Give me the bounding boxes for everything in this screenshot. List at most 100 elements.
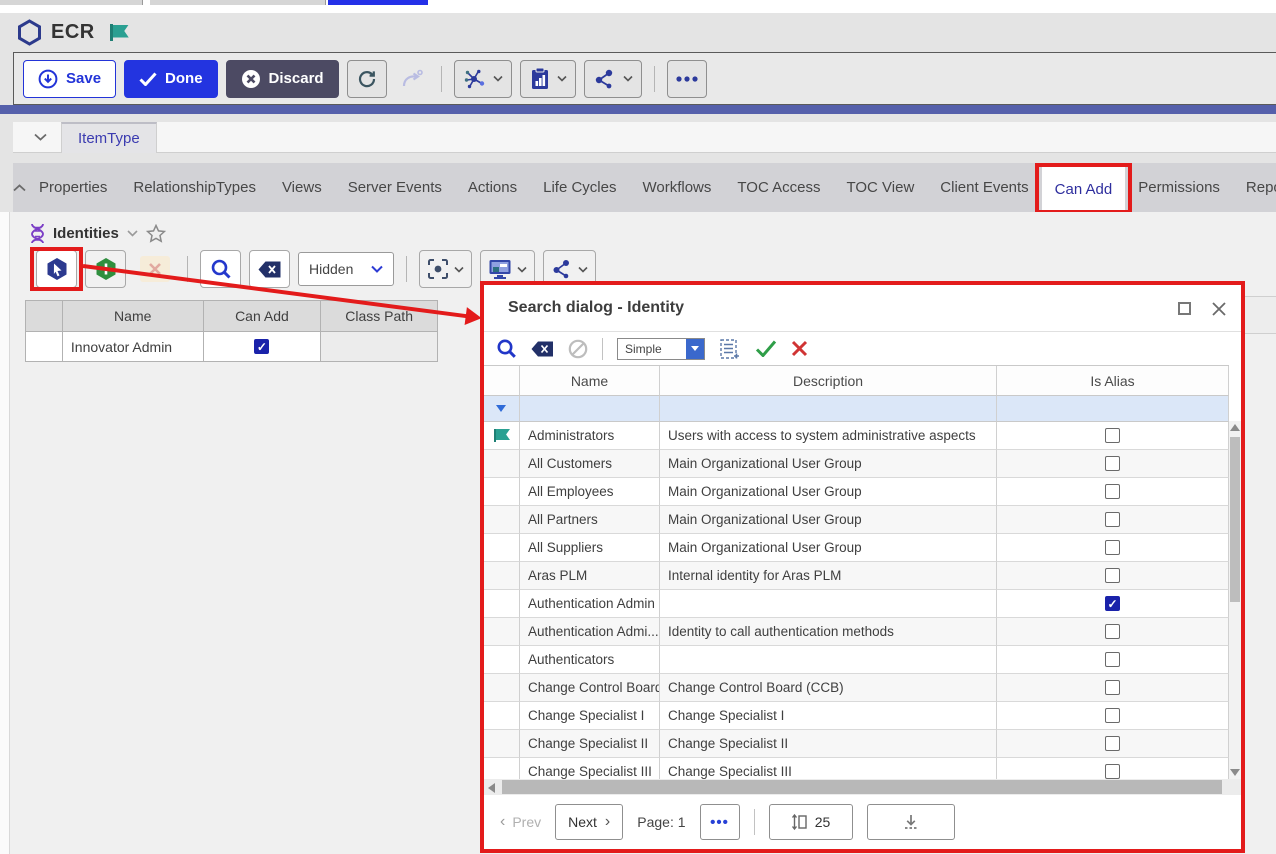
- cell-name[interactable]: Change Specialist II: [520, 730, 660, 758]
- cell-is-alias[interactable]: [997, 506, 1229, 534]
- table-row[interactable]: Change Specialist IIChange Specialist II: [484, 730, 1229, 758]
- tab-client-events[interactable]: Client Events: [927, 163, 1041, 212]
- pick-related-item-button[interactable]: [36, 250, 77, 288]
- browser-tab-stub[interactable]: [0, 0, 143, 5]
- table-row[interactable]: All EmployeesMain Organizational User Gr…: [484, 478, 1229, 506]
- tab-relationshiptypes[interactable]: RelationshipTypes: [120, 163, 269, 212]
- table-row[interactable]: Innovator Admin: [26, 332, 438, 362]
- checkbox-unchecked[interactable]: [1105, 484, 1120, 499]
- report-button[interactable]: [520, 60, 576, 98]
- tab-properties[interactable]: Properties: [26, 163, 120, 212]
- cell-class-path[interactable]: [321, 332, 438, 362]
- tab-workflows[interactable]: Workflows: [629, 163, 724, 212]
- cell-description[interactable]: Main Organizational User Group: [660, 478, 997, 506]
- row-icon-cell[interactable]: [484, 730, 520, 758]
- done-button[interactable]: Done: [124, 60, 218, 98]
- row-icon-cell[interactable]: [484, 702, 520, 730]
- checkbox-unchecked[interactable]: [1105, 624, 1120, 639]
- maximize-icon[interactable]: [1178, 302, 1191, 315]
- cell-is-alias[interactable]: [997, 590, 1229, 618]
- collapse-chevron-icon[interactable]: [27, 133, 53, 141]
- checkbox-unchecked[interactable]: [1105, 736, 1120, 751]
- cell-name[interactable]: Innovator Admin: [63, 332, 204, 362]
- row-icon-cell[interactable]: [484, 422, 520, 450]
- checkbox-unchecked[interactable]: [1105, 568, 1120, 583]
- page-size-control[interactable]: 25: [769, 804, 853, 840]
- cell-name[interactable]: Authentication Admi...: [520, 618, 660, 646]
- scrollbar-thumb[interactable]: [502, 780, 1222, 794]
- checkbox-unchecked[interactable]: [1105, 764, 1120, 779]
- cell-description[interactable]: Internal identity for Aras PLM: [660, 562, 997, 590]
- cell-description[interactable]: [660, 590, 997, 618]
- row-icon-cell[interactable]: [484, 534, 520, 562]
- cell-description[interactable]: Change Specialist I: [660, 702, 997, 730]
- focus-view-button[interactable]: [419, 250, 472, 288]
- search-icon[interactable]: [496, 338, 517, 359]
- cell-is-alias[interactable]: [997, 450, 1229, 478]
- cell-is-alias[interactable]: [997, 702, 1229, 730]
- filter-row[interactable]: [484, 396, 1229, 422]
- table-row[interactable]: Aras PLMInternal identity for Aras PLM: [484, 562, 1229, 590]
- favorite-star-icon[interactable]: [146, 224, 166, 243]
- cell-is-alias[interactable]: [997, 618, 1229, 646]
- checkbox-unchecked[interactable]: [1105, 652, 1120, 667]
- tab-toc-access[interactable]: TOC Access: [724, 163, 833, 212]
- flag-icon[interactable]: [110, 24, 130, 41]
- close-icon[interactable]: [1211, 301, 1227, 317]
- checkbox-checked[interactable]: [1105, 596, 1120, 611]
- left-rail[interactable]: [0, 212, 10, 854]
- next-page-button[interactable]: Next ›: [555, 804, 623, 840]
- cell-description[interactable]: Identity to call authentication methods: [660, 618, 997, 646]
- column-header-name[interactable]: Name: [63, 301, 204, 332]
- cell-is-alias[interactable]: [997, 422, 1229, 450]
- table-row[interactable]: Change Control BoardChange Control Board…: [484, 674, 1229, 702]
- cell-name[interactable]: All Employees: [520, 478, 660, 506]
- scroll-left-icon[interactable]: [488, 783, 495, 793]
- tab-life-cycles[interactable]: Life Cycles: [530, 163, 629, 212]
- scroll-up-icon[interactable]: [1230, 424, 1240, 431]
- filter-cell-description[interactable]: [660, 396, 997, 422]
- vertical-scrollbar[interactable]: [1229, 421, 1241, 779]
- cell-is-alias[interactable]: [997, 674, 1229, 702]
- tab-actions[interactable]: Actions: [455, 163, 530, 212]
- row-icon-cell[interactable]: [484, 506, 520, 534]
- cell-description[interactable]: Users with access to system administrati…: [660, 422, 997, 450]
- clear-search-button[interactable]: [249, 250, 290, 288]
- checkbox-unchecked[interactable]: [1105, 540, 1120, 555]
- tab-permissions[interactable]: Permissions: [1125, 163, 1233, 212]
- row-icon-cell[interactable]: [484, 618, 520, 646]
- refresh-button[interactable]: [347, 60, 387, 98]
- table-row[interactable]: All CustomersMain Organizational User Gr…: [484, 450, 1229, 478]
- checkbox-unchecked[interactable]: [1105, 512, 1120, 527]
- cell-description[interactable]: Change Specialist III: [660, 758, 997, 779]
- dropdown-arrow-icon[interactable]: [686, 339, 704, 359]
- cell-name[interactable]: Administrators: [520, 422, 660, 450]
- table-row[interactable]: Authentication Admi...Identity to call a…: [484, 618, 1229, 646]
- more-actions-button[interactable]: [667, 60, 707, 98]
- tab-can-add[interactable]: Can Add: [1042, 163, 1126, 212]
- dialog-titlebar[interactable]: Search dialog - Identity: [484, 285, 1241, 332]
- cell-description[interactable]: Change Specialist II: [660, 730, 997, 758]
- cell-name[interactable]: Authentication Admin: [520, 590, 660, 618]
- row-icon-cell[interactable]: [484, 646, 520, 674]
- horizontal-scrollbar[interactable]: [484, 779, 1241, 795]
- tab-views[interactable]: Views: [269, 163, 335, 212]
- discard-button[interactable]: Discard: [226, 60, 339, 98]
- export-button[interactable]: [867, 804, 955, 840]
- select-rows-icon[interactable]: [719, 338, 741, 360]
- browser-tab-stub-active[interactable]: [328, 0, 428, 5]
- table-row[interactable]: Change Specialist IChange Specialist I: [484, 702, 1229, 730]
- cell-is-alias[interactable]: [997, 534, 1229, 562]
- cell-name[interactable]: All Customers: [520, 450, 660, 478]
- tab-itemtype[interactable]: ItemType: [61, 122, 157, 153]
- checkbox-unchecked[interactable]: [1105, 708, 1120, 723]
- tab-toc-view[interactable]: TOC View: [833, 163, 927, 212]
- row-handle-cell[interactable]: [26, 332, 63, 362]
- confirm-check-icon[interactable]: [755, 340, 777, 357]
- cell-name[interactable]: Authenticators: [520, 646, 660, 674]
- hidden-filter-select[interactable]: Hidden: [298, 252, 394, 286]
- cell-description[interactable]: Change Control Board (CCB): [660, 674, 997, 702]
- tab-server-events[interactable]: Server Events: [335, 163, 455, 212]
- row-icon-cell[interactable]: [484, 674, 520, 702]
- column-header-is-alias[interactable]: Is Alias: [997, 366, 1229, 396]
